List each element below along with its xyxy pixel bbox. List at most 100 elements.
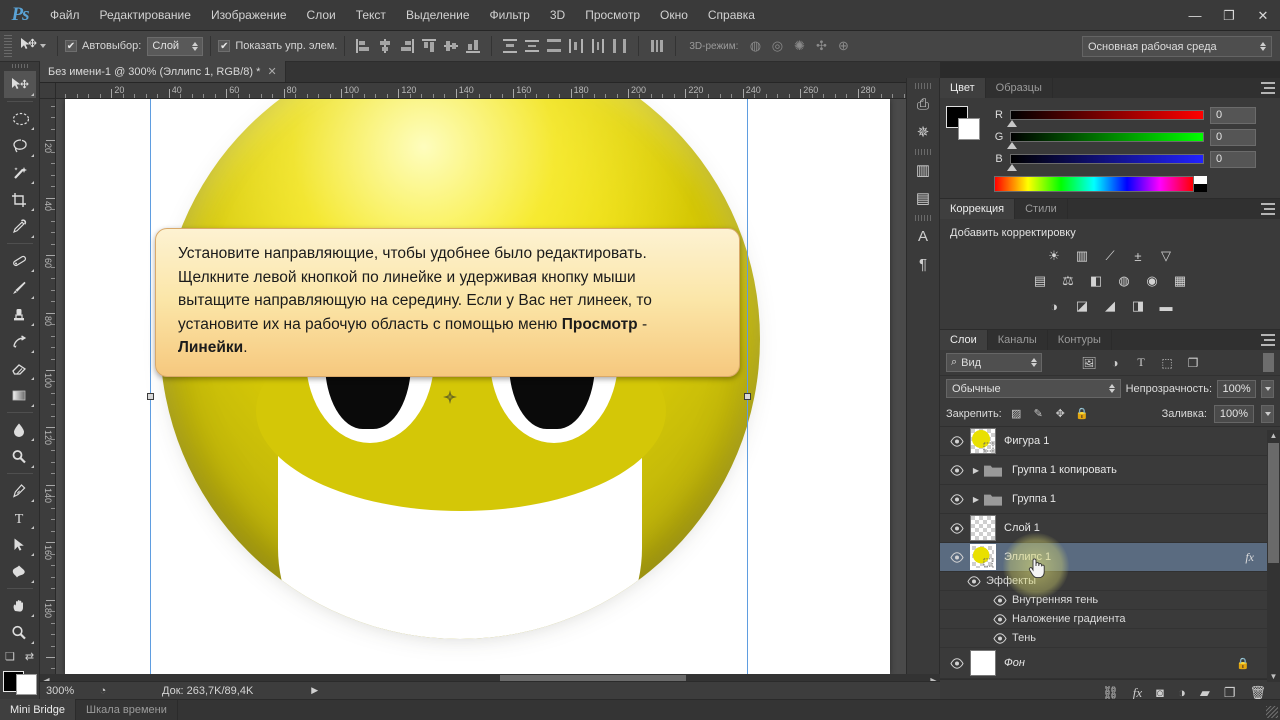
tab-timeline[interactable]: Шкала времени	[76, 699, 178, 720]
effects-visibility-toggle[interactable]	[966, 575, 982, 587]
navigator-panel-icon[interactable]: ✵	[908, 118, 938, 146]
align-left-edges-icon[interactable]	[352, 35, 374, 57]
character-panel-icon[interactable]: A	[908, 222, 938, 250]
zoom-tool[interactable]	[4, 619, 36, 646]
effect-row[interactable]: Наложение градиента	[940, 610, 1280, 629]
channel-slider-thumb[interactable]	[1007, 142, 1017, 149]
menu-текст[interactable]: Текст	[346, 0, 396, 31]
channel-slider-thumb[interactable]	[1007, 120, 1017, 127]
rail-grip[interactable]	[915, 83, 931, 89]
crop-tool[interactable]	[4, 186, 36, 213]
tab-swatches[interactable]: Образцы	[986, 78, 1053, 98]
effect-visibility-toggle[interactable]	[992, 594, 1008, 606]
healing-brush-tool[interactable]	[4, 247, 36, 274]
resize-grip[interactable]	[1266, 706, 1278, 718]
distribute-horizontal-center-icon[interactable]	[587, 35, 609, 57]
auto-distribute-icon[interactable]	[646, 35, 668, 57]
background-color-swatch[interactable]	[15, 674, 37, 696]
align-right-edges-icon[interactable]	[396, 35, 418, 57]
exposure-icon[interactable]: ±	[1127, 246, 1149, 266]
layer-row[interactable]: ▶ Группа 1	[940, 485, 1280, 514]
layer-effects-indicator[interactable]: fx	[1245, 550, 1254, 565]
layer-row-background[interactable]: Фон 🔒	[940, 648, 1280, 679]
hand-tool[interactable]	[4, 592, 36, 619]
show-controls-checkbox[interactable]: ✔	[218, 40, 231, 52]
layers-scroll-thumb[interactable]	[1268, 443, 1279, 563]
group-expand-arrow-icon[interactable]: ▶	[970, 495, 982, 504]
vertical-ruler[interactable]: 20 40 60 80 100 120 140 160 180	[40, 99, 56, 674]
layers-scrollbar[interactable]: ▲ ▼	[1267, 430, 1280, 682]
tab-channels[interactable]: Каналы	[988, 330, 1048, 350]
effect-row[interactable]: Тень	[940, 629, 1280, 648]
spectrum-bw-swatch[interactable]	[1194, 176, 1207, 192]
autoselect-scope-chevron-icon[interactable]	[192, 41, 199, 51]
pen-tool[interactable]	[4, 477, 36, 504]
blend-mode-select[interactable]: Обычные	[946, 379, 1121, 398]
history-brush-tool[interactable]	[4, 328, 36, 355]
gradient-map-icon[interactable]: ◨	[1127, 296, 1149, 316]
adjustments-panel-menu-icon[interactable]	[1261, 203, 1275, 215]
brush-tool[interactable]	[4, 274, 36, 301]
vertical-guide-left[interactable]	[150, 99, 151, 674]
tab-styles[interactable]: Стили	[1015, 199, 1068, 219]
layer-visibility-toggle[interactable]	[944, 522, 970, 534]
close-icon[interactable]: ✕	[267, 65, 276, 78]
align-top-edges-icon[interactable]	[418, 35, 440, 57]
menu-окно[interactable]: Окно	[650, 0, 698, 31]
tab-mini-bridge[interactable]: Mini Bridge	[0, 699, 77, 720]
distribute-vertical-center-icon[interactable]	[521, 35, 543, 57]
lock-all-icon[interactable]: 🔒	[1075, 406, 1090, 421]
smartobject-filter-icon[interactable]: ❐	[1184, 354, 1202, 372]
menu-3d[interactable]: 3D	[540, 0, 575, 31]
status-menu-arrow-icon[interactable]: ▶	[311, 685, 318, 696]
color-balance-icon[interactable]: ⚖	[1057, 271, 1079, 291]
transform-handle-right[interactable]	[744, 393, 751, 400]
lock-transparent-pixels-icon[interactable]: ▨	[1009, 406, 1024, 421]
tab-layers[interactable]: Слои	[940, 330, 988, 350]
minimize-button[interactable]: —	[1178, 0, 1212, 31]
workspace-chevron-icon[interactable]	[1260, 42, 1266, 51]
3d-scale-icon[interactable]: ⊕	[832, 35, 854, 57]
levels-icon[interactable]: ▥	[1071, 246, 1093, 266]
distribute-left-icon[interactable]	[565, 35, 587, 57]
scroll-down-icon[interactable]: ▼	[1268, 671, 1279, 682]
show-controls-checkbox-group[interactable]: ✔ Показать упр. элем.	[218, 40, 337, 52]
channel-value-r[interactable]: 0	[1210, 106, 1256, 124]
pixel-filter-icon[interactable]: 🖼	[1080, 354, 1098, 372]
paragraph-panel-icon[interactable]: ¶	[908, 250, 938, 278]
layer-mask-icon[interactable]: ◙	[1156, 685, 1164, 700]
layer-visibility-toggle[interactable]	[944, 657, 970, 669]
color-spectrum-bar[interactable]	[994, 176, 1207, 192]
default-colors-icon[interactable]: ❏	[5, 650, 15, 663]
artboard[interactable]	[65, 99, 890, 674]
lock-position-icon[interactable]: ✥	[1053, 406, 1068, 421]
effect-row[interactable]: Внутренняя тень	[940, 591, 1280, 610]
type-tool[interactable]: T	[4, 504, 36, 531]
rail-grip[interactable]	[915, 215, 931, 221]
rectangular-marquee-tool[interactable]	[4, 105, 36, 132]
history-panel-icon[interactable]: ⎙	[908, 90, 938, 118]
close-button[interactable]: ✕	[1246, 0, 1280, 31]
layer-visibility-toggle[interactable]	[944, 551, 970, 563]
document-tab[interactable]: Без имени-1 @ 300% (Эллипс 1, RGB/8) * ✕	[40, 61, 286, 82]
brightness-contrast-icon[interactable]: ☀	[1043, 246, 1065, 266]
channel-slider-b[interactable]	[1007, 154, 1204, 171]
color-panel-background[interactable]	[958, 118, 980, 140]
channel-value-b[interactable]: 0	[1210, 150, 1256, 168]
menu-выделение[interactable]: Выделение	[396, 0, 480, 31]
photo-filter-icon[interactable]: ◍	[1113, 271, 1135, 291]
effect-visibility-toggle[interactable]	[992, 613, 1008, 625]
menu-изображение[interactable]: Изображение	[201, 0, 297, 31]
layer-filter-toggle[interactable]	[1263, 353, 1274, 372]
tab-paths[interactable]: Контуры	[1048, 330, 1112, 350]
layer-thumbnail[interactable]	[970, 544, 996, 570]
tools-panel-grip[interactable]	[11, 64, 28, 69]
magic-wand-tool[interactable]	[4, 159, 36, 186]
adjustment-filter-icon[interactable]: ◑	[1106, 354, 1124, 372]
align-bottom-edges-icon[interactable]	[462, 35, 484, 57]
color-lookup-icon[interactable]: ▦	[1169, 271, 1191, 291]
layer-row[interactable]: Фигура 1	[940, 427, 1280, 456]
tool-preset-picker[interactable]	[16, 37, 50, 55]
color-swatches[interactable]	[2, 671, 37, 696]
dodge-tool[interactable]	[4, 443, 36, 470]
